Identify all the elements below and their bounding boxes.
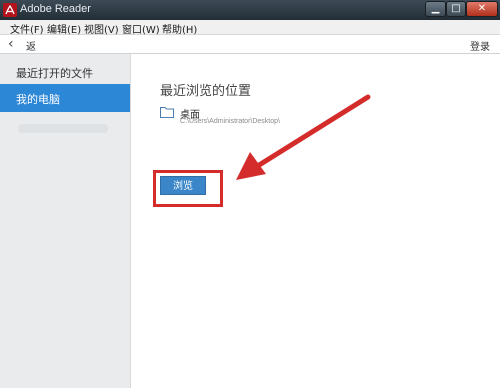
maximize-icon: □ xyxy=(451,3,461,14)
menu-help[interactable]: 帮助(H) xyxy=(162,21,197,36)
folder-icon xyxy=(160,107,174,118)
title-bar: Adobe Reader ▁ □ ✕ xyxy=(0,0,500,20)
close-button[interactable]: ✕ xyxy=(466,1,498,17)
chevron-left-icon: ‹ xyxy=(8,36,14,52)
login-link[interactable]: 登录 xyxy=(470,38,490,53)
sidebar-item-label: 我的电脑 xyxy=(16,93,60,106)
toolbar: ‹ 返回 登录 xyxy=(0,35,500,68)
sidebar-item-my-computer[interactable]: 我的电脑 xyxy=(0,84,130,112)
section-title: 最近浏览的位置 xyxy=(160,84,252,99)
maximize-button[interactable]: □ xyxy=(446,1,466,17)
menu-file[interactable]: 文件(F) xyxy=(10,21,44,36)
sidebar-item-recent-files[interactable]: 最近打开的文件 xyxy=(0,58,130,86)
adobe-reader-icon xyxy=(3,3,17,17)
menu-view[interactable]: 视图(V) xyxy=(84,21,119,36)
menu-bar: 文件(F) 编辑(E) 视图(V) 窗口(W) 帮助(H) xyxy=(0,20,500,36)
minimize-icon: ▁ xyxy=(431,3,440,14)
sidebar: 最近打开的文件 我的电脑 xyxy=(0,54,131,388)
back-button[interactable]: ‹ 返回 xyxy=(4,36,44,68)
main-panel xyxy=(131,54,500,388)
app-window: Adobe Reader ▁ □ ✕ 文件(F) 编辑(E) 视图(V) 窗口(… xyxy=(0,0,500,388)
close-icon: ✕ xyxy=(477,3,487,14)
minimize-button[interactable]: ▁ xyxy=(425,1,446,17)
recent-location-path: C:\Users\Administrator\Desktop\ xyxy=(180,118,280,125)
menu-window[interactable]: 窗口(W) xyxy=(122,21,160,36)
sidebar-blurred-item xyxy=(18,124,108,133)
menu-edit[interactable]: 编辑(E) xyxy=(47,21,81,36)
highlight-box xyxy=(153,170,223,207)
window-title: Adobe Reader xyxy=(20,3,91,15)
sidebar-item-label: 最近打开的文件 xyxy=(16,67,93,80)
